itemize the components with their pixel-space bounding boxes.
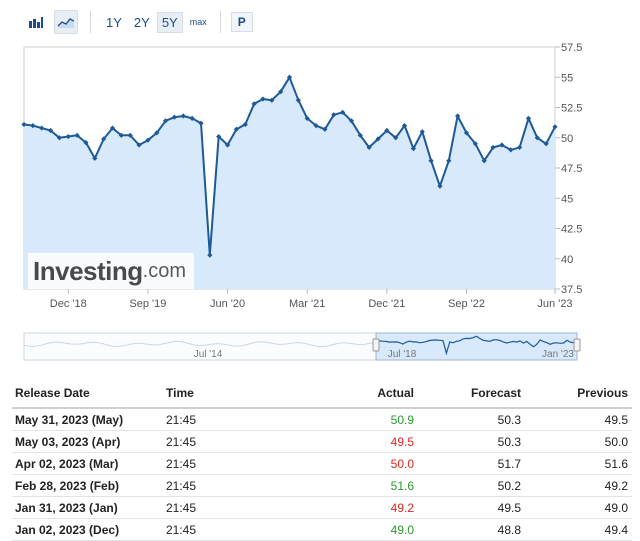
forecast-value: 50.3 [418,408,525,431]
release-time: 21:45 [163,452,279,475]
logo-suffix: .com [142,259,186,282]
y-tick-label: 52.5 [561,103,582,115]
x-tick-label: Jun '20 [210,298,245,310]
x-axis: Dec '18 Sep '19 Jun '20 Mar '21 Dec '21 Sep '… [50,289,573,310]
actual-value: 50.0 [278,452,418,475]
actual-value: 50.9 [278,408,418,431]
navigator-label: Jul '18 [388,349,417,360]
y-tick-label: 40 [561,254,573,266]
release-time: 21:45 [163,430,279,453]
x-tick-label: Dec '21 [368,298,405,310]
y-tick-label: 55 [561,72,573,84]
forecast-value: 50.3 [418,430,525,453]
table-row: Jan 31, 2023 (Jan) 21:45 49.2 49.5 49.0 [12,496,632,519]
forecast-value: 48.8 [418,518,525,541]
y-axis: 57.5 55 52.5 50 47.5 45 42.5 40 37.5 [555,42,582,296]
y-tick-label: 37.5 [561,284,582,296]
navigator-handle-right [573,338,581,352]
forecast-value: 50.2 [418,474,525,497]
col-previous[interactable]: Previous [525,382,632,409]
actual-value: 49.2 [278,496,418,519]
release-time: 21:45 [163,518,279,541]
x-tick-label: Jun '23 [537,298,572,310]
y-tick-label: 57.5 [561,42,582,54]
y-tick-label: 45 [561,193,573,205]
x-tick-label: Dec '18 [50,298,87,310]
release-date: Feb 28, 2023 (Feb) [12,474,163,497]
chart-canvas: 57.5 55 52.5 50 47.5 45 42.5 40 37.5 Dec '18 Sep … [21,42,582,361]
navigator[interactable]: Jul '14 Jul '18 Jan '23 [23,332,581,361]
release-date: May 31, 2023 (May) [12,408,163,431]
x-tick-label: Sep '22 [448,298,485,310]
previous-value: 50.0 [525,430,632,453]
y-tick-label: 50 [561,133,573,145]
previous-value: 51.6 [525,452,632,475]
col-release-date[interactable]: Release Date [12,382,163,409]
table-row: Apr 02, 2023 (Mar) 21:45 50.0 51.7 51.6 [12,452,632,475]
table-row: May 03, 2023 (Apr) 21:45 49.5 50.3 50.0 [12,430,632,453]
logo-brand: Investing [33,255,143,286]
forecast-value: 51.7 [418,452,525,475]
table-row: Feb 28, 2023 (Feb) 21:45 51.6 50.2 49.2 [12,474,632,497]
release-table: Release Date Time Actual Forecast Previo… [12,382,632,541]
col-actual[interactable]: Actual [278,382,418,409]
release-time: 21:45 [163,496,279,519]
release-date: May 03, 2023 (Apr) [12,430,163,453]
navigator-label: Jan '23 [542,349,574,360]
y-tick-label: 47.5 [561,163,582,175]
previous-value: 49.5 [525,408,632,431]
previous-value: 49.2 [525,474,632,497]
investing-logo: Investing .com [28,253,194,289]
navigator-handle-left [372,338,380,352]
x-tick-label: Sep '19 [129,298,166,310]
navigator-label: Jul '14 [194,349,223,360]
x-tick-label: Mar '21 [289,298,325,310]
table-row: May 31, 2023 (May) 21:45 50.9 50.3 49.5 [12,408,632,431]
release-date: Jan 31, 2023 (Jan) [12,496,163,519]
actual-value: 51.6 [278,474,418,497]
table-header-row: Release Date Time Actual Forecast Previo… [12,382,632,409]
col-forecast[interactable]: Forecast [418,382,525,409]
release-date: Jan 02, 2023 (Dec) [12,518,163,541]
release-date: Apr 02, 2023 (Mar) [12,452,163,475]
col-time[interactable]: Time [163,382,279,409]
release-time: 21:45 [163,408,279,431]
actual-value: 49.0 [278,518,418,541]
previous-value: 49.0 [525,496,632,519]
table-row: Jan 02, 2023 (Dec) 21:45 49.0 48.8 49.4 [12,518,632,541]
release-time: 21:45 [163,474,279,497]
y-tick-label: 42.5 [561,224,582,236]
actual-value: 49.5 [278,430,418,453]
forecast-value: 49.5 [418,496,525,519]
previous-value: 49.4 [525,518,632,541]
